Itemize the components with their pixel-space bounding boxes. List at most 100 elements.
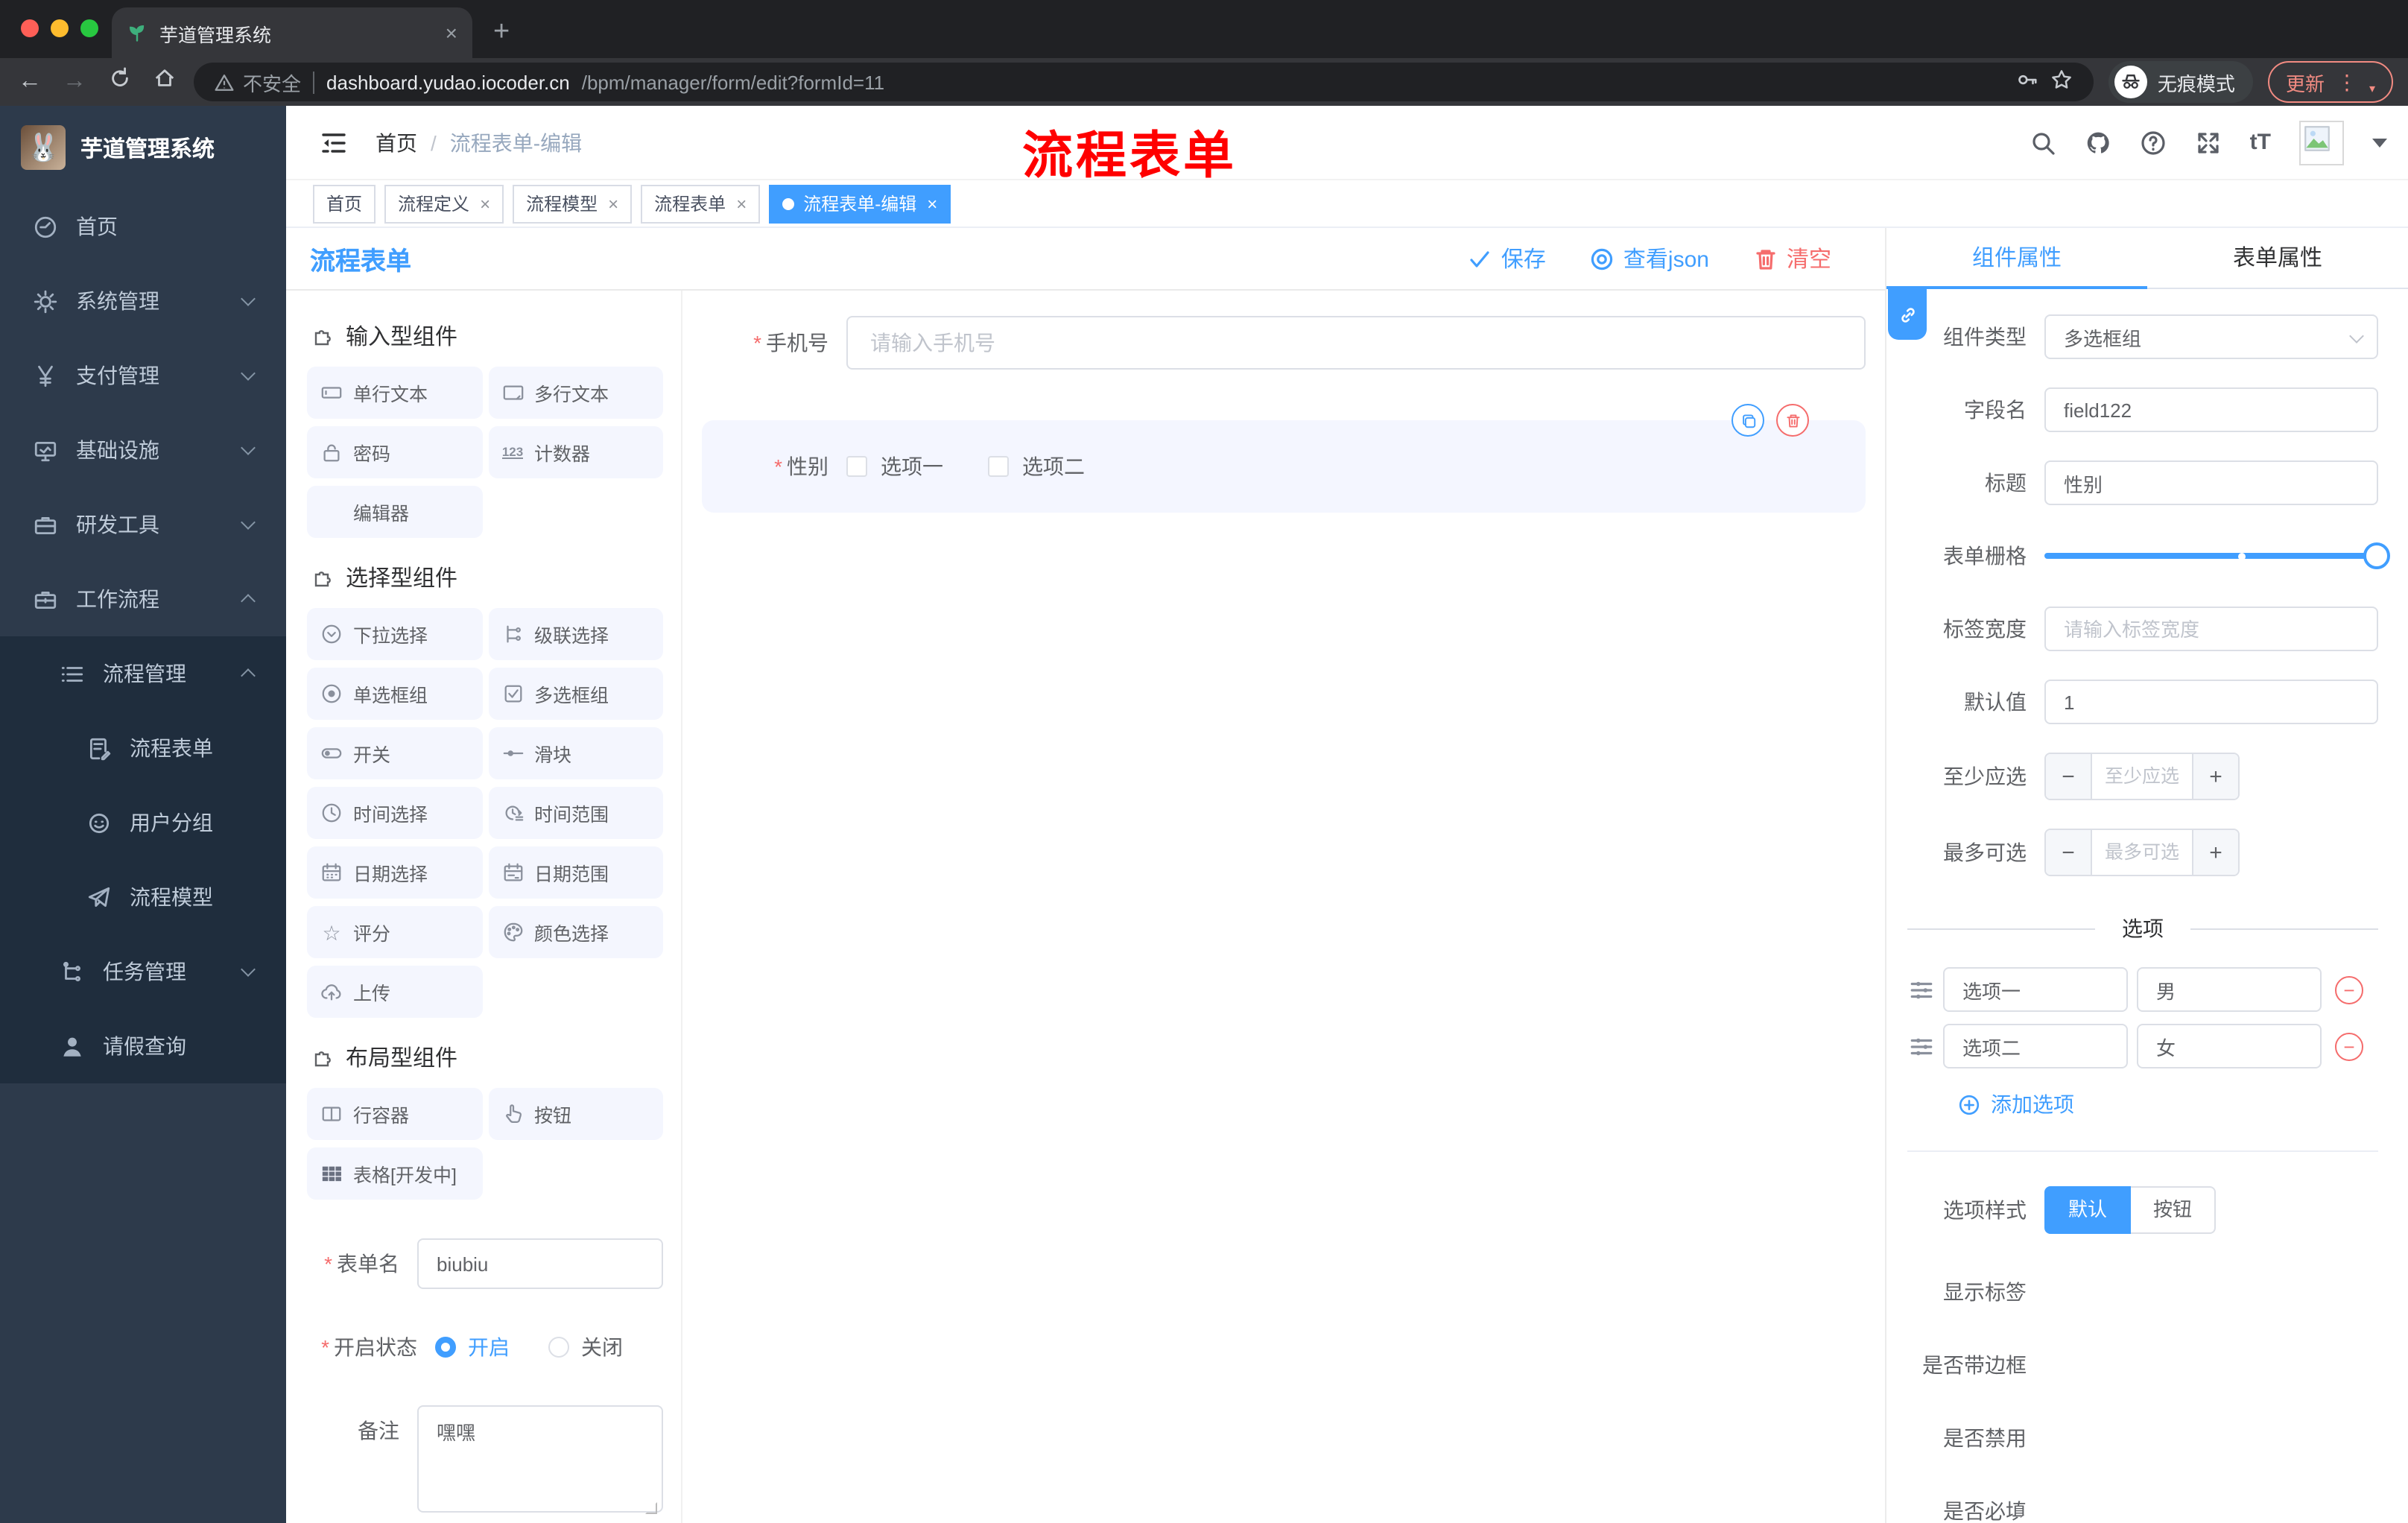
label-width-input[interactable] <box>2044 607 2378 651</box>
sidebar-item-system[interactable]: 系统管理 <box>0 264 286 338</box>
avatar[interactable] <box>2299 120 2344 165</box>
default-value-input[interactable] <box>2044 680 2378 724</box>
gender-option-1[interactable]: 选项一 <box>846 452 943 481</box>
option-2-label-input[interactable] <box>1943 1024 2128 1068</box>
comp-single-text[interactable]: 单行文本 <box>307 367 482 419</box>
forward-button[interactable]: → <box>60 69 89 95</box>
view-json-button[interactable]: 查看json <box>1591 243 1709 274</box>
delete-component-button[interactable] <box>1776 404 1809 437</box>
comp-editor[interactable]: 编辑器 <box>307 486 482 538</box>
font-size-icon[interactable]: tT <box>2250 130 2271 155</box>
tag-close-icon[interactable]: × <box>480 193 490 214</box>
comp-rate[interactable]: ☆ 评分 <box>307 906 482 958</box>
sidebar-item-devtools[interactable]: 研发工具 <box>0 487 286 562</box>
comp-date-picker[interactable]: 日期选择 <box>307 846 482 899</box>
slider-handle[interactable] <box>2363 542 2390 569</box>
grid-slider[interactable] <box>2044 533 2390 578</box>
sidebar-item-workflow[interactable]: 工作流程 <box>0 562 286 636</box>
help-icon[interactable] <box>2140 129 2167 156</box>
sidebar-item-leave-query[interactable]: 请假查询 <box>0 1009 286 1083</box>
comp-row-container[interactable]: 行容器 <box>307 1088 482 1140</box>
comp-table[interactable]: 表格[开发中] <box>307 1147 482 1200</box>
tag-process-form-edit[interactable]: 流程表单-编辑 × <box>769 184 951 223</box>
remove-option-button[interactable]: − <box>2335 1032 2363 1060</box>
avatar-caret-icon[interactable] <box>2372 138 2387 147</box>
back-button[interactable]: ← <box>15 69 45 95</box>
password-key-icon[interactable] <box>2016 69 2038 95</box>
zoom-window-button[interactable] <box>80 19 98 37</box>
min-select-input[interactable] <box>2092 754 2192 799</box>
increase-button[interactable]: + <box>2192 754 2238 799</box>
style-button-button[interactable]: 按钮 <box>2131 1186 2217 1234</box>
search-icon[interactable] <box>2030 129 2056 156</box>
sidebar-item-process-form[interactable]: 流程表单 <box>0 711 286 785</box>
phone-input[interactable] <box>846 316 1866 370</box>
comp-counter[interactable]: 123 计数器 <box>488 426 663 478</box>
option-2-value-input[interactable] <box>2137 1024 2322 1068</box>
comp-switch[interactable]: 开关 <box>307 727 482 779</box>
home-button[interactable] <box>149 67 179 97</box>
drag-handle-icon[interactable] <box>1909 977 1934 1002</box>
slider-track[interactable] <box>2044 553 2378 559</box>
tag-home[interactable]: 首页 <box>313 184 376 223</box>
breadcrumb-home[interactable]: 首页 <box>376 127 417 157</box>
tab-close-icon[interactable]: × <box>446 21 457 45</box>
comp-date-range[interactable]: 日期范围 <box>488 846 663 899</box>
address-bar[interactable]: 不安全 dashboard.yudao.iocoder.cn /bpm/mana… <box>194 63 2094 101</box>
github-icon[interactable] <box>2085 129 2111 156</box>
comp-checkbox-group[interactable]: 多选框组 <box>488 668 663 720</box>
comp-password[interactable]: 密码 <box>307 426 482 478</box>
decrease-button[interactable]: − <box>2046 754 2092 799</box>
canvas-field-gender-selected[interactable]: 性别 选项一 选项二 <box>702 404 1866 513</box>
browser-menu-icon[interactable]: ⋮ <box>2336 69 2357 95</box>
comp-radio-group[interactable]: 单选框组 <box>307 668 482 720</box>
form-remark-textarea[interactable]: 嘿嘿 <box>417 1405 663 1513</box>
title-input[interactable] <box>2044 460 2378 505</box>
drag-handle-icon[interactable] <box>1909 1033 1934 1059</box>
copy-component-button[interactable] <box>1731 404 1764 437</box>
comp-button[interactable]: 按钮 <box>488 1088 663 1140</box>
tab-form-props[interactable]: 表单属性 <box>2147 228 2408 288</box>
increase-button[interactable]: + <box>2192 830 2238 875</box>
reload-button[interactable] <box>104 67 134 97</box>
security-indicator[interactable]: 不安全 <box>215 68 301 96</box>
sidebar-item-task-mgmt[interactable]: 任务管理 <box>0 934 286 1009</box>
style-default-button[interactable]: 默认 <box>2044 1186 2132 1234</box>
status-radio-off[interactable]: 关闭 <box>548 1332 623 1362</box>
sidebar-item-process-mgmt[interactable]: 流程管理 <box>0 636 286 711</box>
remove-option-button[interactable]: − <box>2335 975 2363 1004</box>
tag-process-form[interactable]: 流程表单 × <box>641 184 761 223</box>
bookmark-star-icon[interactable] <box>2050 69 2073 95</box>
decrease-button[interactable]: − <box>2046 830 2092 875</box>
tag-process-definition[interactable]: 流程定义 × <box>384 184 504 223</box>
new-tab-button[interactable]: + <box>493 16 510 49</box>
tag-close-icon[interactable]: × <box>927 193 937 214</box>
field-name-input[interactable] <box>2044 387 2378 432</box>
doc-link-button[interactable] <box>1888 289 1927 340</box>
comp-time-picker[interactable]: 时间选择 <box>307 787 482 839</box>
checkbox-icon[interactable] <box>988 456 1009 477</box>
close-window-button[interactable] <box>21 19 39 37</box>
max-select-input[interactable] <box>2092 830 2192 875</box>
form-canvas[interactable]: 手机号 性别 选项一 选项二 <box>682 291 1885 1523</box>
comp-multi-text[interactable]: 多行文本 <box>488 367 663 419</box>
tag-close-icon[interactable]: × <box>736 193 747 214</box>
minimize-window-button[interactable] <box>51 19 69 37</box>
form-name-input[interactable] <box>417 1238 663 1289</box>
sidebar-item-home[interactable]: 首页 <box>0 189 286 264</box>
status-radio-on[interactable]: 开启 <box>435 1332 510 1362</box>
comp-cascader[interactable]: 级联选择 <box>488 608 663 660</box>
checkbox-icon[interactable] <box>846 456 867 477</box>
browser-tab[interactable]: 芋道管理系统 × <box>112 7 472 58</box>
tag-process-model[interactable]: 流程模型 × <box>513 184 633 223</box>
comp-time-range[interactable]: 时间范围 <box>488 787 663 839</box>
window-controls[interactable] <box>21 19 98 37</box>
sidebar-item-infra[interactable]: 基础设施 <box>0 413 286 487</box>
comp-slider[interactable]: 滑块 <box>488 727 663 779</box>
add-option-button[interactable]: 添加选项 <box>1958 1089 2378 1119</box>
tab-component-props[interactable]: 组件属性 <box>1886 228 2147 288</box>
clear-button[interactable]: 清空 <box>1754 243 1831 274</box>
tag-close-icon[interactable]: × <box>608 193 618 214</box>
app-logo[interactable]: 🐰 芋道管理系统 <box>0 106 286 189</box>
option-1-value-input[interactable] <box>2137 967 2322 1012</box>
